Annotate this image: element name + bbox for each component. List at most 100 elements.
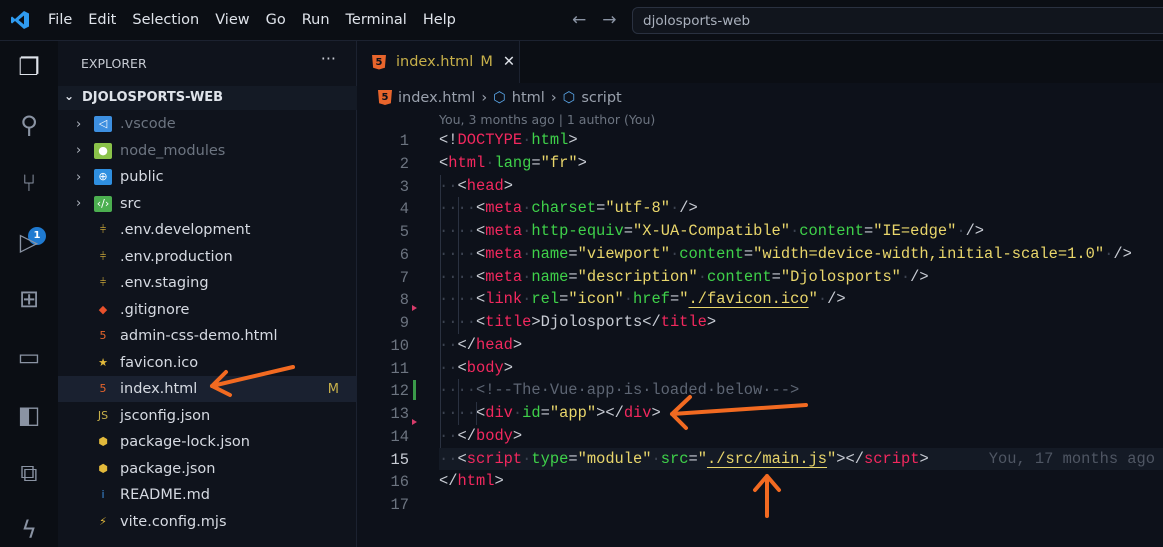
token-tag: html [448,153,486,172]
env-icon: ⫩ [99,249,107,263]
token-str: "viewport" [577,244,670,263]
extensions-icon[interactable]: ⊞ [14,285,44,315]
code-line[interactable]: ····<div·id="app"></div> [439,402,1163,425]
menu-run[interactable]: Run [294,12,338,28]
breadcrumb-file[interactable]: index.html [398,90,475,106]
terraform-icon[interactable]: ◧ [14,401,44,431]
forward-arrow-icon[interactable]: → [602,10,616,30]
line-number: 2 [399,154,409,173]
token-tag: link [485,290,523,309]
file-item[interactable]: ◆ .gitignore [58,297,357,323]
more-actions-icon[interactable]: ··· [321,49,336,68]
src-folder-icon: ‹/› [94,195,112,212]
search-icon[interactable]: ⚲ [14,111,44,141]
file-item[interactable]: ⫩ .env.staging [58,270,357,296]
menu-view[interactable]: View [207,12,257,28]
token-pun: > [503,358,513,377]
token-ws: ·· [439,176,458,195]
file-item[interactable]: i README.md [58,482,357,508]
file-item[interactable]: › ‹/› src [58,191,357,217]
file-item[interactable]: › ◁ .vscode [58,111,357,137]
code-line[interactable]: ····<meta·name="description"·content="Dj… [439,266,1163,289]
token-pun: = [568,244,578,263]
token-pun: > [494,472,504,491]
token-str: "Djolosports" [780,267,901,286]
explorer-title: EXPLORER [81,56,147,71]
line-number: 16 [390,473,409,492]
file-item[interactable]: 5 admin-css-demo.html [58,323,357,349]
code-line[interactable]: ··<body> [439,357,1163,380]
token-ws: · [522,131,532,149]
token-tag: title [660,313,707,331]
code-line[interactable]: ····<meta·charset="utf-8"·/> [439,197,1163,220]
file-item[interactable]: ⬢ package-lock.json [58,429,357,455]
code-line[interactable]: ····<meta·http-equiv="X-UA-Compatible"·c… [439,220,1163,243]
menu-selection[interactable]: Selection [124,12,207,28]
breadcrumb: 5 index.html › ⬡ html › ⬡ script [358,85,1163,110]
token-pun: < [475,290,486,309]
explorer-icon[interactable]: ❐ [14,53,44,83]
close-icon[interactable]: ✕ [503,54,515,70]
token-ws: ·· [439,358,458,377]
remote-explorer-icon[interactable]: ▭ [14,343,44,373]
file-item[interactable]: › ⊕ public [58,164,357,190]
menu-go[interactable]: Go [258,12,294,28]
token-pun: </ [439,472,458,491]
token-pun: > [503,176,513,195]
code-line[interactable]: ····<meta·name="viewport"·content="width… [439,243,1163,266]
menu-help[interactable]: Help [415,12,464,28]
command-center-search[interactable]: djolosports-web [632,7,1163,34]
menu-terminal[interactable]: Terminal [338,12,415,28]
vscode-folder-icon: ◁ [94,116,112,132]
code-line[interactable]: ····<title>Djolosports</title> [439,311,1163,334]
file-label: README.md [120,487,210,503]
code-line[interactable]: ····<!--The·Vue·app·is·loaded·below·--> [439,379,1163,402]
code-line[interactable]: ··</head> [439,334,1163,357]
token-pun: < [475,313,486,331]
code-line[interactable]: <html·lang="fr"> [439,152,1163,175]
file-item[interactable]: ⚡ vite.config.mjs [58,509,357,535]
source-control-icon[interactable]: ⑂ [14,169,44,199]
token-tag: DOCTYPE [457,131,523,149]
file-item[interactable]: JS jsconfig.json [58,403,357,429]
code-line[interactable]: ··</body> [439,425,1163,448]
token-ws: ·· [439,426,458,445]
file-item[interactable]: ★ favicon.ico [58,350,357,376]
token-ws: · [669,199,680,218]
tab-modified-status: M [480,54,493,70]
token-str: "X-UA-Compatible" [633,222,791,240]
chevron-right-icon: › [76,143,82,158]
menu-file[interactable]: File [40,12,80,28]
file-item[interactable]: ⫩ .env.production [58,244,357,270]
file-item[interactable]: 5 index.html M [58,376,357,402]
line-number: 5 [399,223,409,241]
workspace-name: DJOLOSPORTS-WEB [82,90,224,105]
back-arrow-icon[interactable]: ← [572,10,586,30]
code-line[interactable]: <!DOCTYPE·html> [439,129,1163,152]
token-str: "app" [549,404,597,422]
workspace-root[interactable]: ⌄ DJOLOSPORTS-WEB [58,86,357,110]
token-attr: lang [494,153,532,172]
file-item[interactable]: › ● node_modules [58,138,357,164]
file-item[interactable]: ⫩ .env.development [58,217,357,243]
python-icon[interactable]: ⧉ [14,459,44,489]
lightning-icon[interactable]: ϟ [14,516,44,546]
breadcrumb-html[interactable]: html [512,90,545,106]
run-debug-icon[interactable]: ▷ [14,228,44,258]
code-line[interactable]: ····<link·rel="icon"·href="./favicon.ico… [439,288,1163,311]
codelens-blame[interactable]: You, 3 months ago | 1 author (You) [439,112,655,127]
tab-index-html[interactable]: 5 index.html M ✕ [358,41,520,83]
breadcrumb-script[interactable]: script [581,90,621,106]
code-line[interactable]: ··<script·type="module"·src="./src/main.… [439,447,1163,471]
menu-edit[interactable]: Edit [80,12,124,28]
token-pun: = [743,244,754,263]
chevron-down-icon: ⌄ [64,89,75,103]
file-item[interactable]: ⬢ package.json [58,456,357,482]
line-number: 10 [390,336,409,355]
token-str: "IE=edge" [873,222,957,240]
line-number: 9 [399,314,409,332]
code-line[interactable]: ··<head> [439,175,1163,198]
code-line[interactable]: </html> [439,470,1163,493]
code-line[interactable] [439,493,1163,516]
token-pun: </ [457,335,476,354]
